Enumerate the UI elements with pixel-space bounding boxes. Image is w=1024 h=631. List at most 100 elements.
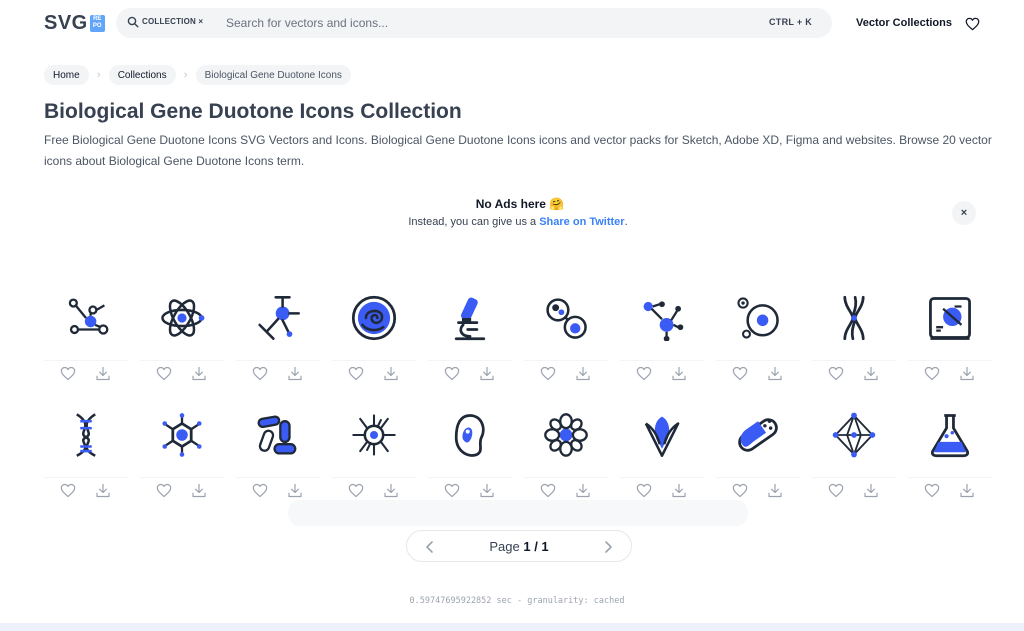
cell-nucleus-icon[interactable] [730, 290, 786, 346]
capsule-pill-icon[interactable] [730, 407, 786, 463]
logo-text: SVG [44, 12, 88, 34]
chevron-right-icon: › [96, 69, 101, 81]
atom-icon[interactable] [154, 290, 210, 346]
download-icon[interactable] [575, 483, 591, 498]
icon-card[interactable] [908, 282, 992, 399]
favorite-heart-icon[interactable] [348, 366, 364, 381]
favorite-heart-icon[interactable] [732, 483, 748, 498]
icon-card[interactable] [44, 282, 128, 399]
collection-filter-chip[interactable]: COLLECTION × [142, 17, 203, 26]
flower-cell-icon[interactable] [538, 407, 594, 463]
favorite-heart-icon[interactable] [348, 483, 364, 498]
icon-card[interactable] [332, 399, 416, 516]
search-input[interactable] [226, 13, 746, 33]
lab-test-screen-icon[interactable] [922, 290, 978, 346]
logo[interactable]: SVG RE PO [44, 12, 105, 35]
icon-card[interactable] [44, 399, 128, 516]
icon-card[interactable] [428, 282, 512, 399]
icon-card[interactable] [236, 282, 320, 399]
icon-card[interactable] [524, 399, 608, 516]
cells-dividing-icon[interactable] [538, 290, 594, 346]
favorite-heart-icon[interactable] [156, 366, 172, 381]
spiky-cell-icon[interactable] [346, 407, 402, 463]
molecule-nodes-icon[interactable] [634, 290, 690, 346]
favorite-heart-icon[interactable] [156, 483, 172, 498]
card-divider [332, 477, 416, 478]
vector-collections-link[interactable]: Vector Collections [856, 17, 952, 29]
flask-icon[interactable] [922, 407, 978, 463]
download-icon[interactable] [959, 366, 975, 381]
download-icon[interactable] [767, 366, 783, 381]
corn-icon[interactable] [634, 407, 690, 463]
favorite-heart-icon[interactable] [636, 483, 652, 498]
dna-helix-icon[interactable] [58, 407, 114, 463]
microscope-icon[interactable] [442, 290, 498, 346]
card-divider [524, 477, 608, 478]
icon-card[interactable] [236, 399, 320, 516]
crystal-structure-icon[interactable] [826, 407, 882, 463]
icon-card[interactable] [332, 282, 416, 399]
download-icon[interactable] [863, 366, 879, 381]
download-icon[interactable] [959, 483, 975, 498]
icon-card[interactable] [908, 399, 992, 516]
download-icon[interactable] [671, 366, 687, 381]
favorite-heart-icon[interactable] [828, 483, 844, 498]
icon-card[interactable] [716, 399, 800, 516]
bacteria-group-icon[interactable] [250, 407, 306, 463]
download-icon[interactable] [575, 366, 591, 381]
download-icon[interactable] [383, 366, 399, 381]
icon-card[interactable] [620, 282, 704, 399]
chromosome-icon[interactable] [826, 290, 882, 346]
download-icon[interactable] [671, 483, 687, 498]
molecule-network-icon[interactable] [58, 290, 114, 346]
close-ads-button[interactable]: × [952, 201, 976, 225]
molecule-structure-icon[interactable] [250, 290, 306, 346]
breadcrumb-home[interactable]: Home [44, 65, 89, 85]
favorite-heart-icon[interactable] [540, 483, 556, 498]
favorite-heart-icon[interactable] [444, 483, 460, 498]
download-icon[interactable] [479, 483, 495, 498]
download-icon[interactable] [191, 366, 207, 381]
download-icon[interactable] [95, 366, 111, 381]
favorites-heart-icon[interactable] [965, 17, 980, 31]
icon-card[interactable] [812, 399, 896, 516]
favorite-heart-icon[interactable] [252, 483, 268, 498]
icon-card[interactable] [524, 282, 608, 399]
search-bar[interactable]: COLLECTION × CTRL + K [116, 8, 832, 38]
bacteria-cell-icon[interactable] [346, 290, 402, 346]
favorite-heart-icon[interactable] [444, 366, 460, 381]
download-icon[interactable] [191, 483, 207, 498]
download-icon[interactable] [287, 366, 303, 381]
favorite-heart-icon[interactable] [924, 366, 940, 381]
download-icon[interactable] [95, 483, 111, 498]
icon-card[interactable] [812, 282, 896, 399]
card-divider [332, 360, 416, 361]
icon-card[interactable] [140, 282, 224, 399]
card-divider [812, 477, 896, 478]
bean-cell-icon[interactable] [442, 407, 498, 463]
download-icon[interactable] [287, 483, 303, 498]
download-icon[interactable] [767, 483, 783, 498]
icon-card[interactable] [716, 282, 800, 399]
favorite-heart-icon[interactable] [60, 483, 76, 498]
breadcrumb-collections[interactable]: Collections [108, 65, 176, 85]
favorite-heart-icon[interactable] [252, 366, 268, 381]
breadcrumb-current[interactable]: Biological Gene Duotone Icons [195, 65, 351, 85]
share-on-twitter-link[interactable]: Share on Twitter [539, 216, 624, 228]
favorite-heart-icon[interactable] [732, 366, 748, 381]
favorite-heart-icon[interactable] [60, 366, 76, 381]
next-page-icon[interactable] [603, 540, 613, 554]
icon-card[interactable] [428, 399, 512, 516]
icon-card[interactable] [620, 399, 704, 516]
bottom-bar [0, 623, 1024, 631]
favorite-heart-icon[interactable] [636, 366, 652, 381]
favorite-heart-icon[interactable] [924, 483, 940, 498]
card-divider [908, 477, 992, 478]
virus-icon[interactable] [154, 407, 210, 463]
download-icon[interactable] [479, 366, 495, 381]
icon-card[interactable] [140, 399, 224, 516]
favorite-heart-icon[interactable] [828, 366, 844, 381]
download-icon[interactable] [863, 483, 879, 498]
favorite-heart-icon[interactable] [540, 366, 556, 381]
download-icon[interactable] [383, 483, 399, 498]
